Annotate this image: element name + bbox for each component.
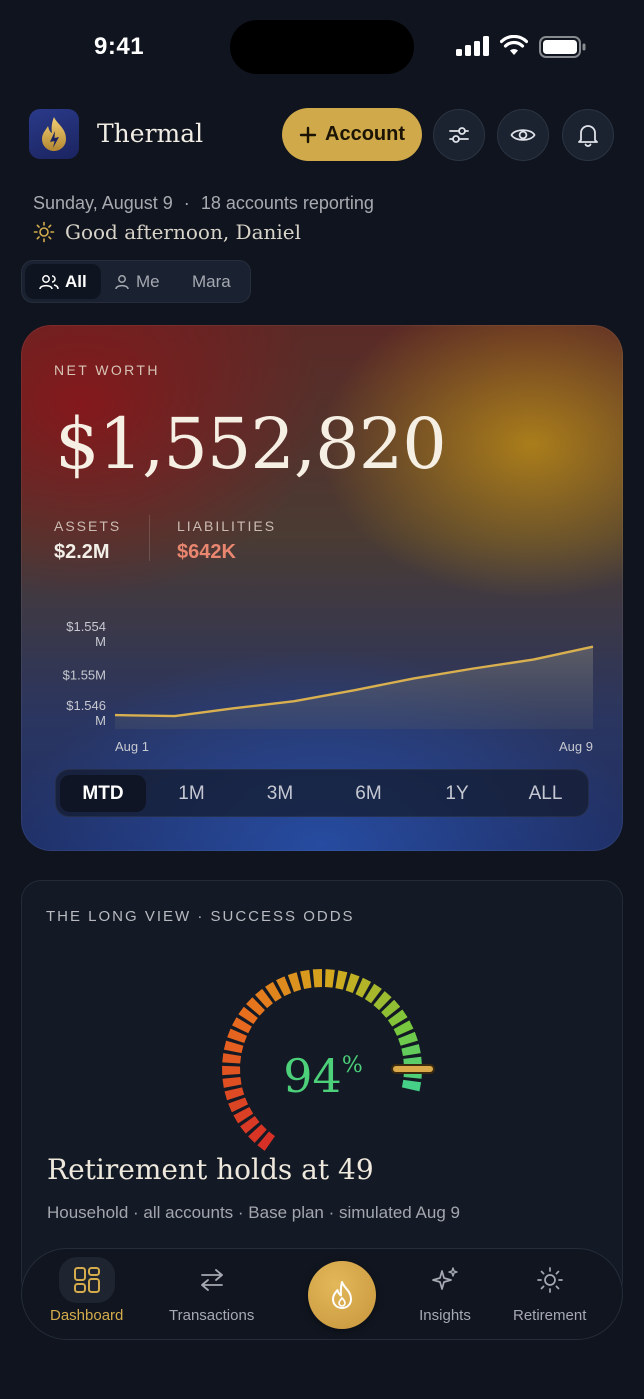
filter-tab-label: All <box>65 271 87 291</box>
x-tick-label: Aug 9 <box>559 739 593 754</box>
sun-icon <box>33 221 55 243</box>
greeting: Good afternoon, Daniel <box>33 220 301 244</box>
user-icon <box>115 274 129 289</box>
liabilities-label: LIABILITIES <box>177 518 277 534</box>
range-tab-mtd[interactable]: MTD <box>60 775 146 812</box>
wifi-icon <box>499 34 529 61</box>
range-tab-6m[interactable]: 6M <box>326 775 412 812</box>
sun-icon <box>522 1257 578 1303</box>
sparkles-icon <box>417 1257 473 1303</box>
assets-label: ASSETS <box>54 518 122 534</box>
nav-label: Retirement <box>513 1307 587 1324</box>
gauge-segment <box>312 969 322 988</box>
range-tab-3m[interactable]: 3M <box>237 775 323 812</box>
net-worth-card[interactable]: NET WORTH $1,552,820 ASSETS $2.2M LIABIL… <box>21 325 623 851</box>
gauge-segment <box>300 969 312 989</box>
nav-label: Dashboard <box>50 1307 124 1324</box>
dynamic-island <box>230 20 414 74</box>
plus-icon <box>299 126 317 143</box>
battery-icon <box>539 36 587 63</box>
date-summary: Sunday, August 9 · 18 accounts reporting <box>33 193 374 214</box>
dashboard-icon <box>58 1257 115 1303</box>
nav-label: Insights <box>419 1307 471 1324</box>
transfer-arrows-icon <box>184 1257 240 1303</box>
nav-transactions[interactable]: Transactions <box>169 1257 254 1324</box>
gauge-segment <box>335 970 348 990</box>
add-account-button[interactable]: Account <box>282 108 422 161</box>
nav-dashboard[interactable]: Dashboard <box>50 1257 123 1324</box>
success-odds: 94% <box>22 1049 624 1103</box>
range-tab-all[interactable]: ALL <box>503 775 589 812</box>
flame-action-button[interactable] <box>308 1261 376 1329</box>
privacy-toggle-button[interactable] <box>497 109 549 161</box>
x-tick-label: Aug 1 <box>115 739 149 754</box>
filter-tab-label: Me <box>136 271 160 291</box>
range-tab-1m[interactable]: 1M <box>149 775 235 812</box>
y-tick-label: $1.546 M <box>66 698 106 728</box>
eye-icon <box>510 129 536 141</box>
chart-area <box>115 646 593 729</box>
liabilities-value: $642K <box>177 541 236 563</box>
retirement-subtitle: Household · all accounts · Base plan · s… <box>47 1203 460 1222</box>
long-view-label: THE LONG VIEW · SUCCESS ODDS <box>46 908 355 925</box>
retirement-headline: Retirement holds at 49 <box>47 1153 374 1186</box>
success-odds-unit: % <box>341 1053 363 1078</box>
range-tab-1y[interactable]: 1Y <box>414 775 500 812</box>
current-date: Sunday, August 9 <box>33 193 173 213</box>
flame-logo-icon <box>42 117 66 151</box>
add-account-label: Account <box>325 123 405 145</box>
separator-dot: · <box>183 193 190 213</box>
y-tick-label: $1.55M <box>63 667 106 682</box>
net-worth-label: NET WORTH <box>54 362 160 378</box>
divider <box>149 515 150 561</box>
gauge-segment <box>324 969 335 988</box>
filter-tab-me[interactable]: Me <box>114 264 160 299</box>
long-view-card[interactable]: THE LONG VIEW · SUCCESS ODDS 94% Retirem… <box>21 880 623 1300</box>
assets-value: $2.2M <box>54 541 110 563</box>
net-worth-chart[interactable]: $1.554 M $1.55M $1.546 M Aug 1 Aug 9 <box>21 605 623 755</box>
bottom-navigation: Dashboard Transactions Insights Retireme… <box>21 1248 623 1340</box>
app-name: Thermal <box>97 119 204 148</box>
flame-icon <box>332 1281 352 1309</box>
net-worth-value: $1,552,820 <box>55 403 447 485</box>
filters-button[interactable] <box>433 109 485 161</box>
y-tick-label: $1.554 M <box>66 619 106 649</box>
nav-label: Transactions <box>169 1307 255 1324</box>
bell-icon <box>578 125 598 147</box>
filter-tab-label: Mara <box>192 271 231 291</box>
accounts-reporting: 18 accounts reporting <box>200 193 374 213</box>
greeting-message: Good afternoon, Daniel <box>65 220 302 244</box>
users-icon <box>39 274 59 289</box>
household-filter: All Me Mara <box>21 260 251 303</box>
gauge-segment <box>287 972 302 992</box>
nav-retirement[interactable]: Retirement <box>513 1257 586 1324</box>
notifications-button[interactable] <box>562 109 614 161</box>
success-odds-value: 94 <box>283 1049 342 1103</box>
status-time: 9:41 <box>94 33 145 60</box>
filter-tab-mara[interactable]: Mara <box>192 264 231 299</box>
filter-tab-all[interactable]: All <box>25 264 101 299</box>
nav-insights[interactable]: Insights <box>417 1257 473 1324</box>
sliders-icon <box>449 127 469 143</box>
app-logo <box>29 109 79 159</box>
range-selector: MTD 1M 3M 6M 1Y ALL <box>55 769 589 817</box>
cellular-signal-icon <box>456 36 490 61</box>
